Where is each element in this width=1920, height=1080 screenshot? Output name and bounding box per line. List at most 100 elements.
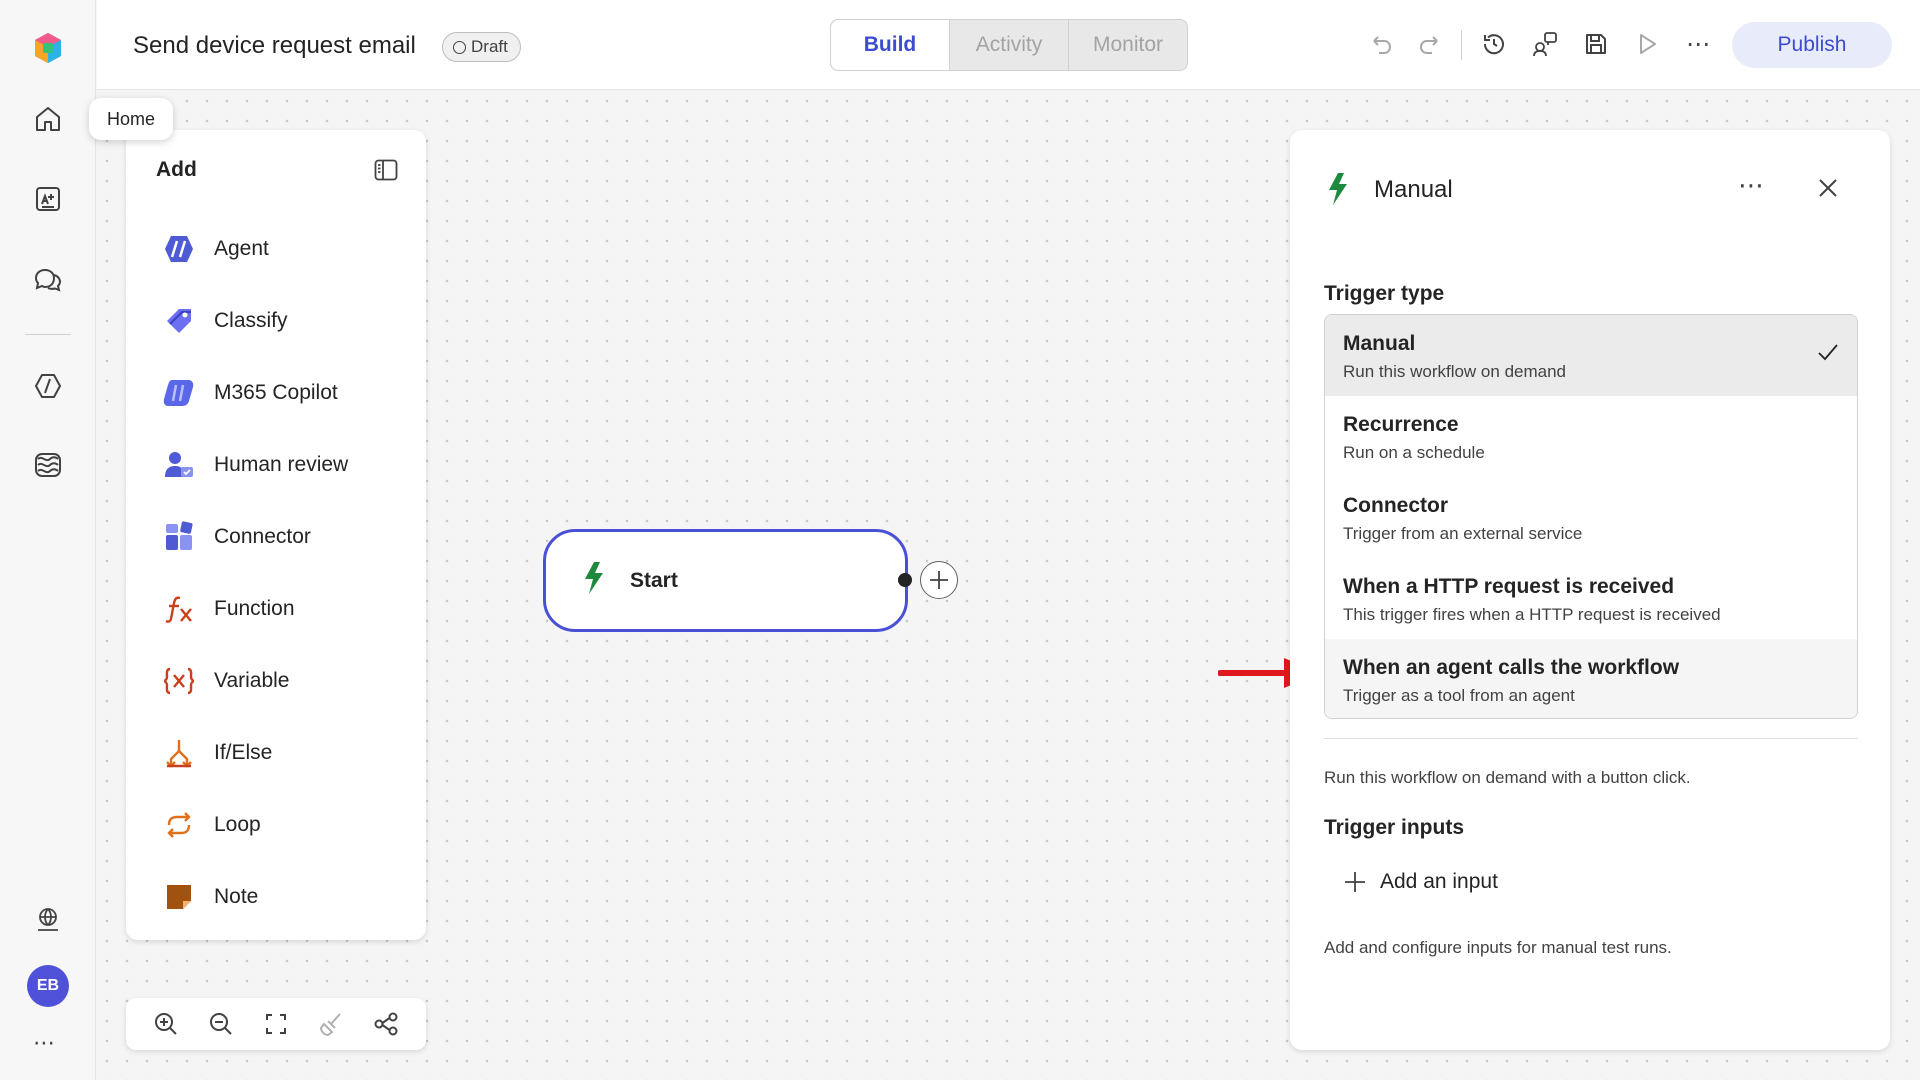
add-item-label: Loop	[214, 813, 261, 836]
add-item-label: If/Else	[214, 741, 273, 764]
start-node[interactable]: Start	[543, 529, 908, 632]
inputs-help-text: Add and configure inputs for manual test…	[1324, 938, 1672, 957]
option-title: When an agent calls the workflow	[1343, 656, 1680, 679]
trigger-option-agent-call[interactable]: When an agent calls the workflow Trigger…	[1325, 639, 1857, 718]
panel-more-icon[interactable]: ⋯	[1738, 170, 1765, 201]
output-port[interactable]	[898, 573, 912, 587]
rail-more-icon[interactable]: ⋯	[33, 1030, 56, 1056]
trigger-option-http-request[interactable]: When a HTTP request is received This tri…	[1325, 558, 1857, 639]
option-desc: This trigger fires when a HTTP request i…	[1343, 605, 1721, 624]
trigger-panel-title: Manual	[1374, 176, 1453, 203]
loop-icon	[162, 808, 196, 842]
trigger-description: Run this workflow on demand with a butto…	[1324, 768, 1691, 787]
canvas-toolbar	[126, 998, 426, 1050]
plus-icon	[930, 571, 948, 589]
home-tooltip: Home	[89, 98, 174, 140]
zoom-out-icon[interactable]	[204, 1007, 238, 1041]
add-item-label: Human review	[214, 453, 349, 476]
option-desc: Run on a schedule	[1343, 443, 1485, 462]
start-node-label: Start	[630, 568, 678, 592]
lightning-icon	[580, 561, 608, 600]
tab-activity[interactable]: Activity	[949, 20, 1068, 70]
fit-view-icon[interactable]	[259, 1007, 293, 1041]
header-divider	[1461, 30, 1462, 60]
add-input-label: Add an input	[1380, 870, 1498, 893]
globe-icon[interactable]	[26, 898, 70, 942]
add-panel: Add Agent Classify M365 Copilot Human re…	[126, 130, 426, 940]
close-icon[interactable]	[1810, 170, 1846, 206]
add-item-human-review[interactable]: Human review	[162, 440, 402, 490]
add-item-connector[interactable]: Connector	[162, 512, 402, 562]
publish-button[interactable]: Publish	[1732, 22, 1892, 68]
trigger-panel: Manual ⋯ Trigger type Manual Run this wo…	[1290, 130, 1890, 1050]
add-item-m365-copilot[interactable]: M365 Copilot	[162, 368, 402, 418]
add-item-loop[interactable]: Loop	[162, 800, 402, 850]
more-icon[interactable]: ⋯	[1681, 27, 1715, 61]
history-icon[interactable]	[1477, 27, 1511, 61]
zoom-in-icon[interactable]	[149, 1007, 183, 1041]
create-icon[interactable]	[26, 177, 70, 221]
redo-icon[interactable]	[1413, 27, 1447, 61]
trigger-type-dropdown: Manual Run this workflow on demand Recur…	[1324, 314, 1858, 719]
trigger-type-label: Trigger type	[1324, 282, 1445, 305]
avatar[interactable]: EB	[27, 965, 69, 1007]
chat-icon[interactable]	[26, 258, 70, 302]
add-item-label: Connector	[214, 525, 311, 548]
option-title: Manual	[1343, 332, 1416, 355]
add-panel-title: Add	[156, 158, 197, 181]
lightning-icon	[1324, 172, 1352, 211]
collapse-panel-icon[interactable]	[370, 154, 402, 186]
option-desc: Trigger as a tool from an agent	[1343, 686, 1575, 705]
human-review-icon	[162, 448, 196, 482]
option-desc: Run this workflow on demand	[1343, 362, 1567, 381]
trigger-option-manual[interactable]: Manual Run this workflow on demand	[1325, 315, 1857, 396]
draft-circle-icon	[453, 40, 466, 54]
header-bar: Send device request email Draft Build Ac…	[97, 0, 1920, 90]
copilot-icon	[162, 376, 196, 410]
save-icon[interactable]	[1579, 27, 1613, 61]
agent-icon	[162, 232, 196, 266]
agents-icon[interactable]	[26, 364, 70, 408]
add-item-note[interactable]: Note	[162, 872, 402, 922]
add-item-label: Variable	[214, 669, 290, 692]
trigger-inputs-label: Trigger inputs	[1324, 816, 1465, 839]
add-item-label: Classify	[214, 309, 288, 332]
connector-icon	[162, 520, 196, 554]
undo-icon[interactable]	[1364, 27, 1398, 61]
run-icon[interactable]	[1630, 27, 1664, 61]
app-logo-icon[interactable]	[26, 26, 70, 70]
option-desc: Trigger from an external service	[1343, 524, 1583, 543]
trigger-option-recurrence[interactable]: Recurrence Run on a schedule	[1325, 396, 1857, 477]
option-title: When a HTTP request is received	[1343, 575, 1675, 598]
add-item-variable[interactable]: Variable	[162, 656, 402, 706]
clean-up-icon[interactable]	[314, 1007, 348, 1041]
note-icon	[162, 880, 196, 914]
share-icon[interactable]	[1528, 27, 1562, 61]
status-badge: Draft	[442, 32, 521, 62]
add-item-if-else[interactable]: If/Else	[162, 728, 402, 778]
layout-icon[interactable]	[369, 1007, 403, 1041]
view-tabs: Build Activity Monitor	[830, 19, 1188, 71]
knowledge-icon[interactable]	[26, 443, 70, 487]
page-title: Send device request email	[133, 32, 416, 59]
tab-monitor[interactable]: Monitor	[1068, 20, 1187, 70]
add-item-function[interactable]: Function	[162, 584, 402, 634]
left-rail: EB ⋯	[0, 0, 96, 1080]
function-icon	[162, 592, 196, 626]
trigger-option-connector[interactable]: Connector Trigger from an external servi…	[1325, 477, 1857, 558]
variable-icon	[162, 664, 196, 698]
rail-divider	[25, 334, 71, 335]
add-item-label: Agent	[214, 237, 269, 260]
add-node-button[interactable]	[920, 561, 958, 599]
classify-icon	[162, 304, 196, 338]
status-badge-label: Draft	[471, 37, 508, 56]
add-input-button[interactable]: Add an input	[1344, 870, 1498, 894]
add-item-classify[interactable]: Classify	[162, 296, 402, 346]
add-item-agent[interactable]: Agent	[162, 224, 402, 274]
add-item-label: Note	[214, 885, 259, 908]
plus-icon	[1345, 872, 1365, 892]
home-icon[interactable]	[26, 97, 70, 141]
tab-build[interactable]: Build	[831, 20, 949, 70]
panel-divider	[1324, 738, 1858, 739]
add-item-label: Function	[214, 597, 295, 620]
